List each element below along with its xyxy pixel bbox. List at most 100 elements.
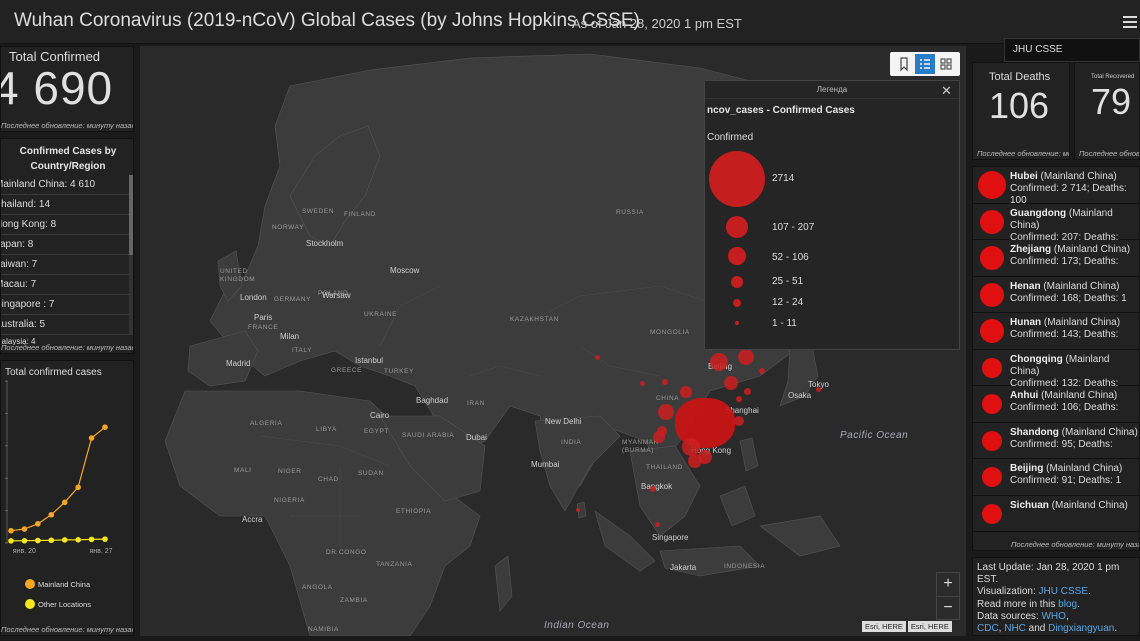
chart-point[interactable] xyxy=(48,537,55,544)
cdc-link[interactable]: CDC xyxy=(977,623,999,634)
list-item[interactable]: Zhejiang (Mainland China) Confirmed: 173;… xyxy=(973,240,1139,277)
chart-point[interactable] xyxy=(88,536,95,543)
case-marker[interactable] xyxy=(734,416,744,426)
last-update-note: Последнее обновление: минуту назад xyxy=(1,625,134,634)
province-stats: Confirmed: 106; Deaths: xyxy=(1010,402,1119,413)
chart-point[interactable] xyxy=(21,526,28,532)
legend-symbol xyxy=(726,216,748,238)
zoom-out-button[interactable]: − xyxy=(937,597,959,621)
list-item[interactable]: Japan: 8 xyxy=(1,235,129,255)
total-recovered-value: 79 xyxy=(1091,81,1132,122)
map-country-label: UNITED KINGDOM xyxy=(220,268,256,283)
chart-point[interactable] xyxy=(8,538,14,544)
case-marker[interactable] xyxy=(682,438,700,456)
province-region: (Mainland China) xyxy=(1048,499,1128,511)
legend-list-icon[interactable] xyxy=(915,54,935,74)
country-list: Mainland China: 4 610 Thailand: 14 Hong … xyxy=(1,175,129,345)
list-item[interactable]: Singapore : 7 xyxy=(1,295,129,315)
list-item[interactable]: Thailand: 14 xyxy=(1,195,129,215)
info-read-more: Read more in this xyxy=(977,598,1059,610)
list-item[interactable]: Mainland China: 4 610 xyxy=(1,175,129,195)
who-link[interactable]: WHO xyxy=(1041,611,1065,622)
info-last-update: Last Update: Jan 28, 2020 1 pm EST. xyxy=(977,562,1120,586)
chart-point[interactable] xyxy=(8,527,14,534)
chart-point[interactable] xyxy=(61,537,68,543)
case-marker[interactable] xyxy=(576,508,580,512)
map-country-label: GERMANY xyxy=(274,296,312,303)
list-item[interactable]: Hubei (Mainland China) Confirmed: 2 714; … xyxy=(973,167,1139,206)
case-marker[interactable] xyxy=(680,386,692,398)
list-item[interactable]: Chongqing (Mainland China) Confirmed: 132… xyxy=(973,349,1139,389)
world-map[interactable]: SWEDEN FINLAND NORWAY RUSSIA UNITED KING… xyxy=(140,46,966,636)
bookmark-icon[interactable] xyxy=(894,54,914,74)
case-marker[interactable] xyxy=(658,404,674,420)
chart-point[interactable] xyxy=(35,521,41,527)
list-item[interactable]: Beijing (Mainland China) Confirmed: 91; D… xyxy=(973,459,1139,496)
map-attribution: Esri, HERE Esri, HERE xyxy=(860,621,952,632)
chart-point[interactable] xyxy=(35,537,41,544)
list-item[interactable]: Henan (Mainland China) Confirmed: 168; De… xyxy=(973,276,1139,313)
map-country-label: ITALY xyxy=(292,347,313,354)
case-marker[interactable] xyxy=(738,349,754,365)
list-item[interactable]: Shandong (Mainland China) Confirmed: 95; … xyxy=(973,422,1139,459)
nhc-link[interactable]: NHC xyxy=(1004,623,1026,634)
line-chart: янв. 20 янв. 27 Mainland China Other Locati… xyxy=(5,380,113,609)
basemap-gallery-icon[interactable] xyxy=(936,54,956,74)
list-item[interactable]: Australia: 5 xyxy=(1,315,129,335)
list-item[interactable]: Guangdong (Mainland China) Confirmed: 207… xyxy=(973,203,1139,243)
map-country-label: UKRAINE xyxy=(364,311,398,318)
jhu-csse-link[interactable]: JHU CSSE xyxy=(1039,586,1088,597)
attribution-text[interactable]: Esri, HERE xyxy=(862,621,906,632)
chart-point[interactable] xyxy=(75,537,81,543)
app-header: Wuhan Coronavirus (2019-nCoV) Global Cas… xyxy=(0,0,1140,44)
blog-link[interactable]: blog xyxy=(1058,599,1077,610)
legend-symbol xyxy=(709,151,765,207)
chart-point[interactable] xyxy=(21,537,28,544)
chart-point[interactable] xyxy=(88,435,95,441)
chart-point[interactable] xyxy=(61,499,68,506)
zoom-control: + − xyxy=(936,572,960,620)
chart-point[interactable] xyxy=(48,511,55,518)
case-marker[interactable] xyxy=(595,355,600,360)
case-marker[interactable] xyxy=(650,486,656,492)
map-country-label: SAUDI ARABIA xyxy=(402,432,455,439)
case-marker[interactable] xyxy=(662,379,668,385)
case-marker[interactable] xyxy=(653,431,665,443)
list-item[interactable]: Sichuan (Mainland China) xyxy=(973,495,1139,532)
chart-point[interactable] xyxy=(102,536,108,542)
case-marker[interactable] xyxy=(710,353,728,371)
close-icon[interactable]: ✕ xyxy=(941,83,952,99)
country-list-scroll-thumb[interactable] xyxy=(129,175,133,255)
map-country-label: FINLAND xyxy=(344,211,377,218)
chart-point[interactable] xyxy=(75,484,81,491)
case-marker[interactable] xyxy=(688,454,702,468)
list-item[interactable]: Hunan (Mainland China) Confirmed: 143; De… xyxy=(973,313,1139,350)
map-city-label: Singapore xyxy=(652,533,689,542)
chart-legend-label[interactable]: Mainland China xyxy=(38,580,91,589)
map-city-label: Mumbai xyxy=(531,460,560,469)
list-item[interactable]: Anhui (Mainland China) Confirmed: 106; De… xyxy=(973,386,1139,423)
jhu-csse-dropdown[interactable]: JHU CSSE xyxy=(1004,38,1140,62)
chart-legend-label[interactable]: Other Locations xyxy=(38,600,91,609)
menu-icon[interactable] xyxy=(1123,16,1137,28)
map-country-label: TANZANIA xyxy=(376,561,413,568)
list-item[interactable]: Hong Kong: 8 xyxy=(1,215,129,235)
case-marker[interactable] xyxy=(744,388,751,395)
list-item[interactable]: Taiwan: 7 xyxy=(1,255,129,275)
country-cases-panel: Confirmed Cases by Country/Region Mainla… xyxy=(0,138,134,354)
zoom-in-button[interactable]: + xyxy=(937,573,959,597)
total-confirmed-value: 4 690 xyxy=(0,62,114,114)
case-marker[interactable] xyxy=(759,368,765,374)
chart-series-line xyxy=(10,426,106,532)
case-marker[interactable] xyxy=(736,396,742,402)
province-list[interactable]: Hubei (Mainland China) Confirmed: 2 714; … xyxy=(973,167,1139,539)
dingxiangyuan-link[interactable]: Dingxiangyuan xyxy=(1048,623,1114,634)
case-marker[interactable] xyxy=(640,381,645,386)
list-item[interactable]: Macau: 7 xyxy=(1,275,129,295)
case-marker[interactable] xyxy=(724,376,738,390)
case-marker[interactable] xyxy=(816,387,821,392)
attribution-text[interactable]: Esri, HERE xyxy=(907,621,952,632)
last-update-note: Последнее обновление: минуту назад xyxy=(1,343,134,352)
case-marker[interactable] xyxy=(655,522,660,527)
chart-point[interactable] xyxy=(102,424,108,430)
